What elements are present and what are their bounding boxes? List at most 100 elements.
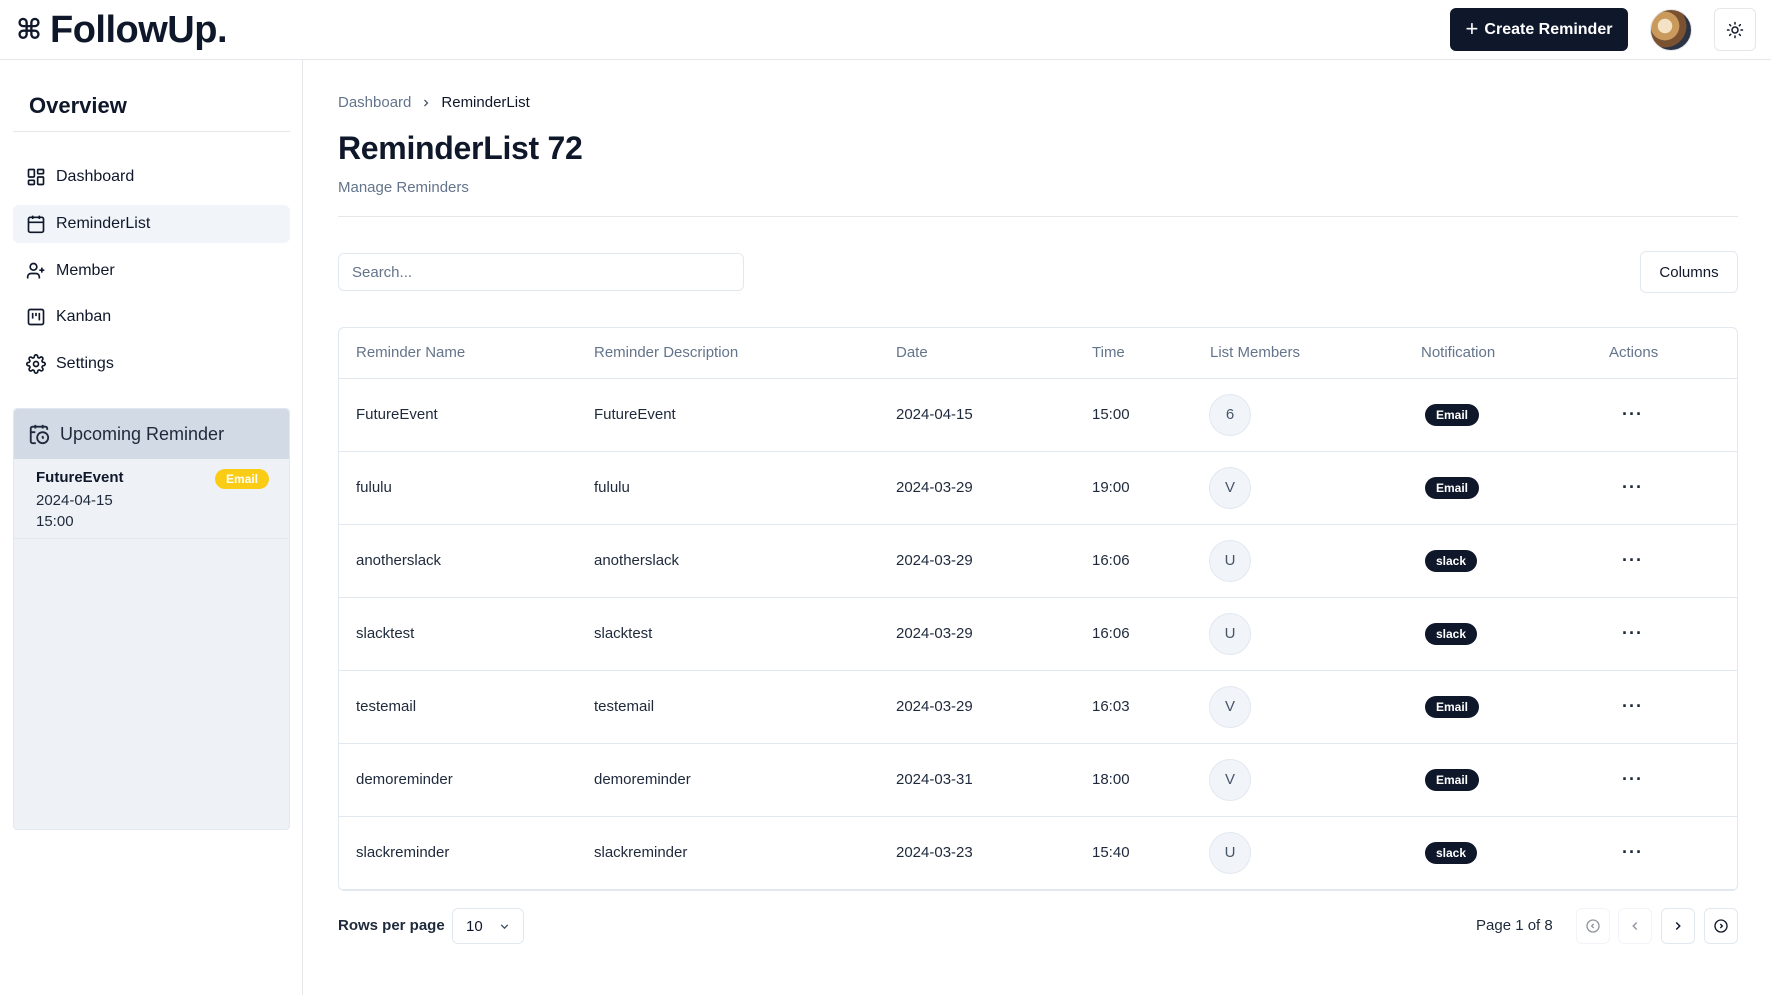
columns-button[interactable]: Columns <box>1640 251 1738 293</box>
create-reminder-button[interactable]: + Create Reminder <box>1450 8 1628 51</box>
avatar[interactable] <box>1650 9 1692 51</box>
member-avatar[interactable]: V <box>1209 685 1251 728</box>
more-actions-icon[interactable]: ··· <box>1622 624 1643 642</box>
search-input[interactable] <box>338 253 744 291</box>
table-row[interactable]: anotherslack anotherslack 2024-03-29 16:… <box>339 524 1737 598</box>
breadcrumb-dashboard-link[interactable]: Dashboard <box>338 94 411 111</box>
reminder-time: 18:00 <box>1075 743 1193 817</box>
table-row[interactable]: slackreminder slackreminder 2024-03-23 1… <box>339 816 1737 890</box>
reminder-name: slacktest <box>339 597 577 671</box>
member-avatar[interactable]: 6 <box>1209 393 1251 436</box>
notification-cell: Email <box>1404 743 1592 817</box>
sidebar-item-member[interactable]: Member <box>13 252 290 290</box>
reminder-description: anotherslack <box>577 524 879 598</box>
column-header-notification[interactable]: Notification <box>1404 328 1592 379</box>
reminder-time: 15:40 <box>1075 816 1193 890</box>
members-cell: V <box>1193 670 1404 744</box>
table-row[interactable]: fululu fululu 2024-03-29 19:00 V Email ·… <box>339 451 1737 525</box>
actions-cell: ··· <box>1592 743 1737 817</box>
reminder-name: testemail <box>339 670 577 744</box>
reminder-date: 2024-03-29 <box>879 524 1075 598</box>
upcoming-reminder-panel: Upcoming Reminder FutureEvent 2024-04-15… <box>13 408 290 830</box>
last-page-button[interactable] <box>1704 908 1738 944</box>
column-header-date[interactable]: Date <box>879 328 1075 379</box>
upcoming-reminder-item[interactable]: FutureEvent 2024-04-15 15:00 Email <box>14 459 289 539</box>
reminder-date: 2024-03-29 <box>879 597 1075 671</box>
member-avatar[interactable]: U <box>1209 831 1251 874</box>
sidebar-item-reminderlist[interactable]: ReminderList <box>13 205 290 243</box>
more-actions-icon[interactable]: ··· <box>1622 405 1643 423</box>
reminder-description: demoreminder <box>577 743 879 817</box>
table-row[interactable]: slacktest slacktest 2024-03-29 16:06 U s… <box>339 597 1737 671</box>
table-row[interactable]: demoreminder demoreminder 2024-03-31 18:… <box>339 743 1737 817</box>
reminder-time: 16:03 <box>1075 670 1193 744</box>
members-cell: V <box>1193 451 1404 525</box>
reminder-description: fululu <box>577 451 879 525</box>
command-icon: ⌘ <box>16 14 42 45</box>
notification-badge: Email <box>214 469 269 489</box>
double-chevron-left-icon <box>1586 919 1600 933</box>
notification-badge: slack <box>1425 549 1478 572</box>
sidebar-item-dashboard[interactable]: Dashboard <box>13 158 290 196</box>
member-avatar[interactable]: V <box>1209 758 1251 801</box>
reminder-name: fululu <box>339 451 577 525</box>
sidebar: Overview Dashboard ReminderList Member K… <box>0 60 303 995</box>
next-page-button[interactable] <box>1661 908 1695 944</box>
members-cell: U <box>1193 524 1404 598</box>
kanban-icon <box>27 308 45 326</box>
more-actions-icon[interactable]: ··· <box>1622 478 1643 496</box>
more-actions-icon[interactable]: ··· <box>1622 697 1643 715</box>
column-header-members[interactable]: List Members <box>1193 328 1404 379</box>
chevron-left-icon <box>1632 921 1638 931</box>
create-reminder-label: Create Reminder <box>1484 20 1613 38</box>
table-row[interactable]: FutureEvent FutureEvent 2024-04-15 15:00… <box>339 378 1737 452</box>
actions-cell: ··· <box>1592 524 1737 598</box>
member-avatar[interactable]: U <box>1209 539 1251 582</box>
notification-badge: Email <box>1425 403 1480 426</box>
chevron-down-icon <box>500 923 509 929</box>
reminder-name: demoreminder <box>339 743 577 817</box>
members-cell: U <box>1193 597 1404 671</box>
column-header-time[interactable]: Time <box>1075 328 1193 379</box>
actions-cell: ··· <box>1592 378 1737 452</box>
notification-cell: slack <box>1404 524 1592 598</box>
dashboard-icon <box>27 168 45 186</box>
more-actions-icon[interactable]: ··· <box>1622 843 1643 861</box>
reminder-description: slackreminder <box>577 816 879 890</box>
member-avatar[interactable]: V <box>1209 466 1251 509</box>
more-actions-icon[interactable]: ··· <box>1622 770 1643 788</box>
rows-per-page-select[interactable]: 10 <box>452 908 524 944</box>
sidebar-item-settings[interactable]: Settings <box>13 345 290 383</box>
sidebar-item-label: Member <box>56 262 115 279</box>
column-header-description[interactable]: Reminder Description <box>577 328 879 379</box>
reminder-description: testemail <box>577 670 879 744</box>
members-cell: 6 <box>1193 378 1404 452</box>
reminder-time: 15:00 <box>1075 378 1193 452</box>
first-page-button[interactable] <box>1576 908 1610 944</box>
sidebar-item-kanban[interactable]: Kanban <box>13 298 290 336</box>
member-avatar[interactable]: U <box>1209 612 1251 655</box>
notification-badge: slack <box>1425 841 1478 864</box>
notification-badge: slack <box>1425 622 1478 645</box>
upcoming-reminder-header: Upcoming Reminder <box>14 409 289 459</box>
upcoming-date: 2024-04-15 <box>36 492 113 509</box>
actions-cell: ··· <box>1592 451 1737 525</box>
reminder-date: 2024-03-31 <box>879 743 1075 817</box>
theme-toggle-button[interactable] <box>1714 8 1756 51</box>
divider <box>338 216 1738 217</box>
notification-cell: Email <box>1404 378 1592 452</box>
table-row[interactable]: testemail testemail 2024-03-29 16:03 V E… <box>339 670 1737 744</box>
notification-cell: slack <box>1404 816 1592 890</box>
previous-page-button[interactable] <box>1618 908 1652 944</box>
sidebar-item-label: Settings <box>56 355 114 372</box>
reminder-name: slackreminder <box>339 816 577 890</box>
notification-badge: Email <box>1425 695 1480 718</box>
page-title: ReminderList 72 <box>338 130 583 166</box>
column-header-name[interactable]: Reminder Name <box>339 328 577 379</box>
reminder-table: Reminder Name Reminder Description Date … <box>338 327 1738 891</box>
notification-badge: Email <box>1425 476 1480 499</box>
chevron-right-icon <box>1675 921 1681 931</box>
more-actions-icon[interactable]: ··· <box>1622 551 1643 569</box>
logo[interactable]: ⌘ FollowUp. <box>16 8 228 52</box>
calendar-icon <box>27 215 45 234</box>
